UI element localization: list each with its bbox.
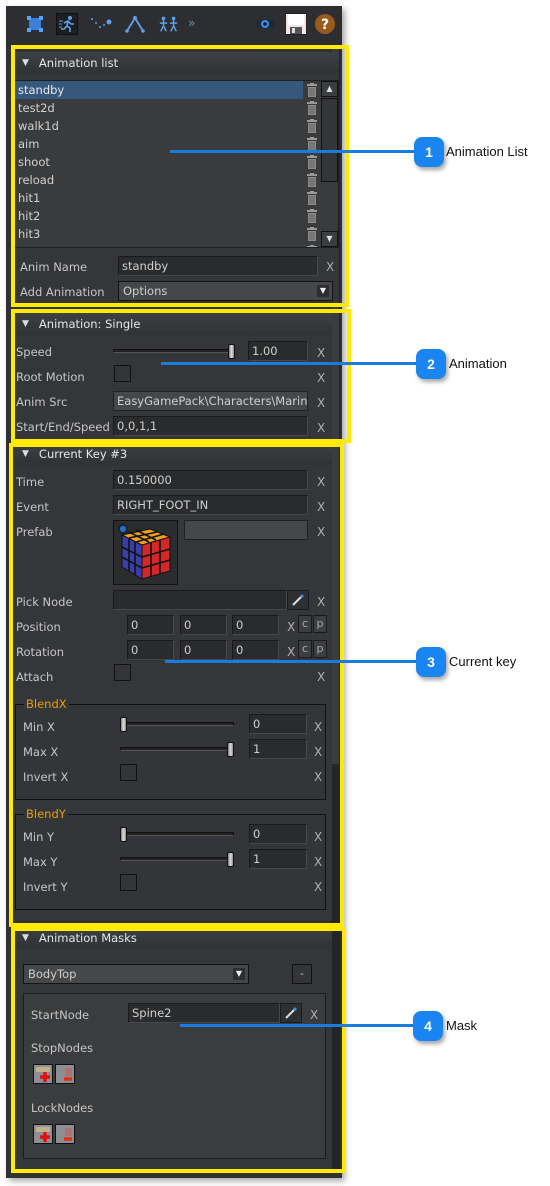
callout-badge-2: 2: [416, 349, 446, 379]
save-icon[interactable]: [284, 11, 308, 37]
highlight-current-key: [9, 443, 344, 927]
characters-icon[interactable]: [158, 13, 180, 35]
highlight-animation-list: [11, 45, 349, 307]
callout-label-2: Animation: [449, 356, 507, 371]
eye-icon[interactable]: [254, 13, 276, 35]
callout-label-1: Animation List: [446, 144, 528, 159]
highlight-animation: [11, 309, 351, 443]
callout-label-3: Current key: [449, 654, 517, 669]
svg-text:?: ?: [321, 17, 329, 33]
callout-label-4: Mask: [446, 1018, 478, 1033]
callout-badge-4: 4: [413, 1011, 443, 1041]
help-icon[interactable]: ?: [314, 13, 336, 35]
curve-points-icon[interactable]: [90, 13, 112, 35]
select-node-icon[interactable]: [24, 13, 46, 35]
callout-badge-1: 1: [414, 137, 444, 167]
callout-badge-3: 3: [416, 647, 446, 677]
highlight-mask: [11, 927, 346, 1173]
callout-line-3: [165, 660, 421, 663]
toolbar-overflow-button[interactable]: »: [188, 16, 195, 30]
callout-line-2: [161, 362, 421, 365]
animation-run-icon[interactable]: [56, 13, 78, 35]
bone-joint-icon[interactable]: [124, 13, 146, 35]
callout-line-1: [170, 150, 420, 153]
callout-line-4: [180, 1024, 420, 1027]
